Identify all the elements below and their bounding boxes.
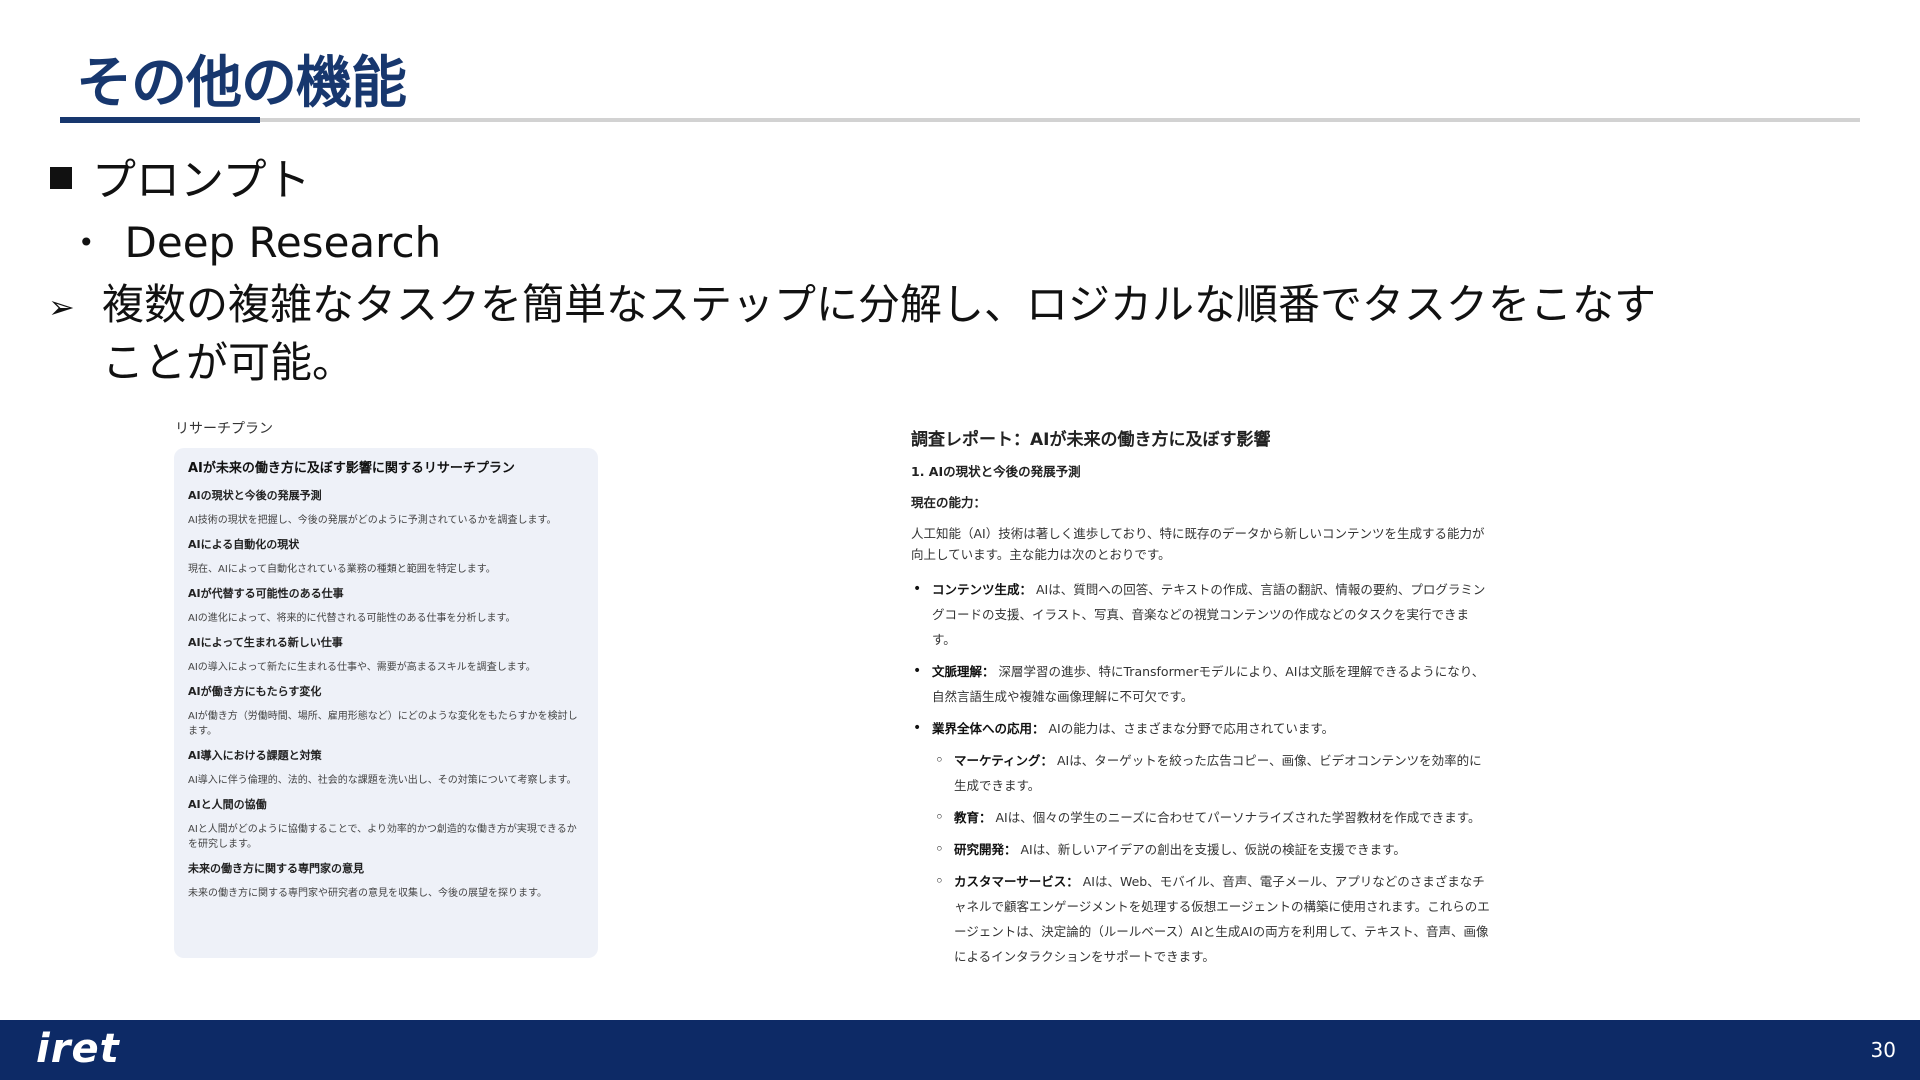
bullet-level1: プロンプト bbox=[50, 144, 311, 208]
research-plan-item-description: 現在、AIによって自動化されている業務の種類と範囲を特定します。 bbox=[188, 564, 496, 575]
report-sub-bullet: マーケティング： AIは、ターゲットを絞った広告コピー、画像、ビデオコンテンツを… bbox=[911, 748, 1491, 798]
report-title: 調査レポート：AIが未来の働き方に及ぼす影響 bbox=[911, 430, 1271, 450]
dot-bullet-icon: • bbox=[78, 226, 95, 259]
research-plan-item-description: AIの導入によって新たに生まれる仕事や、需要が高まるスキルを調査します。 bbox=[188, 662, 536, 673]
square-bullet-icon bbox=[50, 167, 72, 189]
bullet-level2: • Deep Research bbox=[78, 218, 441, 267]
report-intro: 人工知能（AI）技術は著しく進歩しており、特に既存のデータから新しいコンテンツを… bbox=[911, 526, 1485, 562]
research-plan-item: AIによる自動化の現状現在、AIによって自動化されている業務の種類と範囲を特定し… bbox=[188, 537, 584, 577]
research-plan-item-heading: AIによって生まれる新しい仕事 bbox=[188, 636, 343, 649]
report-section-heading: 1. AIの現状と今後の発展予測 bbox=[911, 464, 1081, 479]
report-sub-bullet: 教育： AIは、個々の学生のニーズに合わせてパーソナライズされた学習教材を作成で… bbox=[911, 805, 1491, 830]
report-bullet-list: コンテンツ生成： AIは、質問への回答、テキストの作成、言語の翻訳、情報の要約、… bbox=[911, 577, 1491, 969]
bullet-level2-text: Deep Research bbox=[124, 218, 442, 267]
report-bullet: コンテンツ生成： AIは、質問への回答、テキストの作成、言語の翻訳、情報の要約、… bbox=[911, 577, 1491, 652]
research-plan-item-heading: 未来の働き方に関する専門家の意見 bbox=[188, 862, 364, 875]
research-plan-item: AIと人間の協働 AIと人間がどのように協働することで、より効率的かつ創造的な働き… bbox=[188, 797, 584, 852]
research-plan-title: AIが未来の働き方に及ぼす影響に関するリサーチプラン bbox=[188, 461, 515, 476]
research-plan-item: AIの現状と今後の発展予測 AI技術の現状を把握し、今後の発展がどのように予測され… bbox=[188, 488, 584, 528]
research-plan-item-heading: AIによる自動化の現状 bbox=[188, 538, 300, 551]
research-plan-label: リサーチプラン bbox=[175, 421, 273, 437]
research-plan-item-heading: AIの現状と今後の発展予測 bbox=[188, 489, 322, 502]
research-plan-item-heading: AIと人間の協働 bbox=[188, 798, 267, 811]
research-plan-list: AIの現状と今後の発展予測 AI技術の現状を把握し、今後の発展がどのように予測され… bbox=[188, 488, 584, 901]
report-sub-bullet: カスタマーサービス： AIは、Web、モバイル、音声、電子メール、アプリなどのさ… bbox=[911, 869, 1491, 969]
bullet-level3: ➢ 複数の複雑なタスクを簡単なステップに分解し、ロジカルな順番でタスクをこなすこ… bbox=[48, 276, 1688, 392]
research-report: 調査レポート：AIが未来の働き方に及ぼす影響 1. AIの現状と今後の発展予測 … bbox=[911, 428, 1491, 1008]
report-subheading: 現在の能力： bbox=[911, 495, 987, 510]
report-bullet-lead: 文脈理解： bbox=[932, 664, 995, 679]
report-bullet: 文脈理解： 深層学習の進歩、特にTransformerモデルにより、AIは文脈を… bbox=[911, 659, 1491, 709]
page-number: 30 bbox=[1870, 1038, 1896, 1062]
research-plan-item: AIが代替する可能性のある仕事 AIの進化によって、将来的に代替される可能性のある… bbox=[188, 586, 584, 626]
title-divider bbox=[60, 118, 1860, 122]
research-plan-item-heading: AIが代替する可能性のある仕事 bbox=[188, 587, 344, 600]
research-plan-item-description: AIの進化によって、将来的に代替される可能性のある仕事を分析します。 bbox=[188, 613, 516, 624]
research-plan-item: AIが働き方にもたらす変化 AIが働き方（労働時間、場所、雇用形態など）にどのよう… bbox=[188, 684, 584, 739]
report-bullet-text: AIは、個々の学生のニーズに合わせてパーソナライズされた学習教材を作成できます。 bbox=[995, 810, 1481, 825]
bullet-level1-text: プロンプト bbox=[92, 155, 311, 206]
research-plan-item-heading: AIが働き方にもたらす変化 bbox=[188, 685, 322, 698]
research-plan-item-description: AIが働き方（労働時間、場所、雇用形態など）にどのような変化をもたらすかを検討し… bbox=[188, 711, 578, 737]
report-bullet-lead: マーケティング： bbox=[954, 753, 1054, 768]
report-bullet-lead: コンテンツ生成： bbox=[932, 582, 1033, 597]
research-plan-item-description: 未来の働き方に関する専門家や研究者の意見を収集し、今後の展望を探ります。 bbox=[188, 888, 547, 899]
footer-bar: iret 30 bbox=[0, 1020, 1920, 1080]
report-bullet-text: 深層学習の進歩、特にTransformerモデルにより、AIは文脈を理解できるよ… bbox=[932, 664, 1485, 704]
report-bullet-text: AIは、新しいアイデアの創出を支援し、仮説の検証を支援できます。 bbox=[1020, 842, 1406, 857]
research-plan-item-description: AI導入に伴う倫理的、法的、社会的な課題を洗い出し、その対策について考察します。 bbox=[188, 775, 577, 786]
report-sub-bullet: 研究開発： AIは、新しいアイデアの創出を支援し、仮説の検証を支援できます。 bbox=[911, 837, 1491, 862]
research-plan-card: AIが未来の働き方に及ぼす影響に関するリサーチプラン AIの現状と今後の発展予測… bbox=[174, 448, 598, 958]
research-plan-item: AIによって生まれる新しい仕事 AIの導入によって新たに生まれる仕事や、需要が高ま… bbox=[188, 635, 584, 675]
arrow-bullet-icon: ➢ bbox=[48, 288, 75, 326]
iret-logo: iret bbox=[36, 1026, 120, 1072]
title-divider-accent bbox=[60, 117, 260, 123]
report-bullet-lead: カスタマーサービス： bbox=[954, 874, 1079, 889]
research-plan-item: 未来の働き方に関する専門家の意見未来の働き方に関する専門家や研究者の意見を収集し… bbox=[188, 861, 584, 901]
bullet-level3-text: 複数の複雑なタスクを簡単なステップに分解し、ロジカルな順番でタスクをこなすことが… bbox=[102, 280, 1657, 387]
slide-title: その他の機能 bbox=[76, 51, 407, 116]
research-plan-item-description: AI技術の現状を把握し、今後の発展がどのように予測されているかを調査します。 bbox=[188, 515, 557, 526]
report-bullet-lead: 業界全体への応用： bbox=[932, 721, 1045, 736]
report-bullet-lead: 教育： bbox=[954, 810, 992, 825]
report-bullet-text: AIの能力は、さまざまな分野で応用されています。 bbox=[1048, 721, 1335, 736]
research-plan-item: AI導入における課題と対策 AI導入に伴う倫理的、法的、社会的な課題を洗い出し、そ… bbox=[188, 748, 584, 788]
report-bullet: 業界全体への応用： AIの能力は、さまざまな分野で応用されています。 bbox=[911, 716, 1491, 741]
research-plan-item-heading: AI導入における課題と対策 bbox=[188, 749, 322, 762]
report-bullet-lead: 研究開発： bbox=[954, 842, 1017, 857]
research-plan-item-description: AIと人間がどのように協働することで、より効率的かつ創造的な働き方が実現できるか… bbox=[188, 824, 577, 850]
